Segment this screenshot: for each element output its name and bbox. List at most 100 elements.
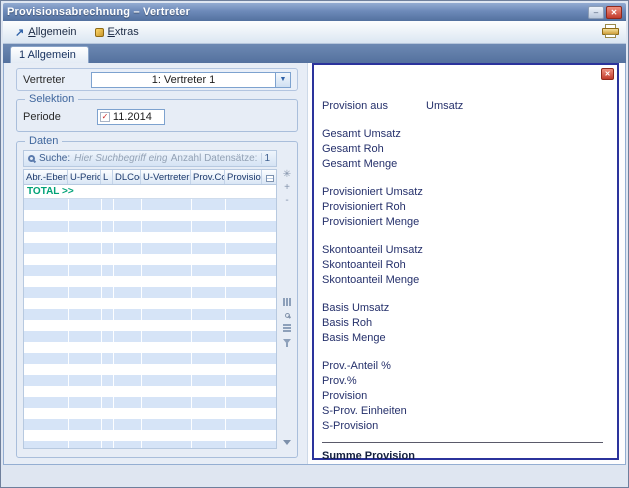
periode-field[interactable]: ✓ 11.2014	[97, 109, 165, 125]
provision-group: Prov.-Anteil % Prov.% Provision S-Prov. …	[322, 358, 607, 433]
print-icon	[602, 24, 619, 38]
column-header-provision[interactable]: Provision €	[225, 170, 262, 184]
detail-row: Skontoanteil Roh	[322, 257, 607, 272]
window-title: Provisionsabrechnung – Vertreter	[7, 6, 190, 18]
menu-extras-button[interactable]: Extras	[89, 23, 147, 41]
vertreter-value: 1: Vertreter 1	[92, 74, 275, 86]
detail-row: Provisioniert Menge	[322, 214, 607, 229]
chevron-down-icon: ▼	[280, 76, 287, 83]
menu-allgemein-mnemonic: A	[28, 26, 35, 38]
menu-extras-label: xtras	[115, 26, 139, 38]
summe-provision-row: Summe Provision	[322, 448, 607, 463]
titlebar-buttons: – ✕	[588, 6, 622, 19]
close-button[interactable]: ✕	[606, 6, 622, 19]
grid-line	[113, 199, 114, 448]
column-chooser-icon	[266, 175, 274, 182]
print-button[interactable]	[601, 23, 620, 42]
search-label: Suche:	[39, 153, 70, 164]
main-content: Vertreter 1: Vertreter 1 ▼ Selektion Per…	[3, 63, 626, 465]
sum-separator-line	[322, 442, 603, 443]
menu-extras-mnemonic: E	[108, 26, 115, 38]
column-header-prov-code[interactable]: Prov.Code	[191, 170, 225, 184]
column-header-u-vertreter[interactable]: U-Vertreter	[141, 170, 191, 184]
grid-line	[191, 199, 192, 448]
detail-row: Basis Umsatz	[322, 300, 607, 315]
combo-dropdown-button[interactable]: ▼	[275, 73, 290, 87]
columns-icon[interactable]	[281, 296, 293, 308]
vertreter-row: Vertreter 1: Vertreter 1 ▼	[16, 68, 298, 91]
scroll-down-icon[interactable]	[281, 436, 293, 448]
grid-navigator: ✳ + -	[280, 169, 294, 449]
grid-header: Abr.-Ebene U-Periode L DLCode U-Vertrete…	[24, 170, 276, 185]
detail-row: Prov.-Anteil %	[322, 358, 607, 373]
remove-row-icon[interactable]: -	[281, 195, 293, 207]
grid-line	[141, 199, 142, 448]
extras-icon	[95, 28, 104, 37]
data-grid: Abr.-Ebene U-Periode L DLCode U-Vertrete…	[23, 169, 277, 449]
calendar-icon: ✓	[100, 112, 110, 122]
detail-content: Provision aus Umsatz Gesamt Umsatz Gesam…	[322, 98, 607, 463]
daten-group-title: Daten	[25, 135, 62, 147]
menu-allgemein-label: llgemein	[36, 26, 77, 38]
total-label: TOTAL >>	[27, 186, 74, 197]
search-input[interactable]: Hier Suchbegriff eingeben (STRG+S)	[74, 153, 167, 164]
titlebar: Provisionsabrechnung – Vertreter – ✕	[3, 3, 626, 21]
detail-row: Provision	[322, 388, 607, 403]
daten-group: Daten Suche: Hier Suchbegriff eingeben (…	[16, 141, 298, 458]
grid-line	[101, 199, 102, 448]
filter-icon[interactable]	[281, 335, 293, 347]
column-header-dlcode[interactable]: DLCode	[113, 170, 141, 184]
total-row[interactable]: TOTAL >>	[24, 185, 276, 199]
summe-provision-label: Summe Provision	[322, 450, 415, 462]
detail-row: Prov.%	[322, 373, 607, 388]
provision-aus-label: Provision aus	[322, 100, 426, 112]
expand-icon[interactable]: ✳	[281, 169, 293, 181]
vertreter-label: Vertreter	[23, 74, 65, 86]
tab-allgemein[interactable]: 1 Allgemein	[10, 46, 89, 63]
detail-row: Gesamt Menge	[322, 156, 607, 171]
detail-row: Gesamt Roh	[322, 141, 607, 156]
periode-label: Periode	[23, 111, 61, 123]
detail-row: S-Provision	[322, 418, 607, 433]
provision-detail-panel: ✕ Provision aus Umsatz Gesamt Umsatz Ges…	[312, 63, 619, 460]
detail-row: Basis Menge	[322, 330, 607, 345]
periode-value: 11.2014	[113, 111, 152, 123]
selektion-group: Selektion Periode ✓ 11.2014	[16, 99, 298, 132]
search-bar[interactable]: Suche: Hier Suchbegriff eingeben (STRG+S…	[23, 150, 277, 167]
toolbar: ↗ Allgemein Extras	[3, 21, 626, 44]
left-pane: Vertreter 1: Vertreter 1 ▼ Selektion Per…	[4, 63, 308, 464]
app-window: Provisionsabrechnung – Vertreter – ✕ ↗ A…	[0, 0, 629, 488]
grid-body[interactable]	[24, 199, 276, 448]
minimize-button[interactable]: –	[588, 6, 604, 19]
provision-aus-value: Umsatz	[426, 100, 607, 112]
column-header-u-periode[interactable]: U-Periode	[68, 170, 101, 184]
right-pane: ✕ Provision aus Umsatz Gesamt Umsatz Ges…	[308, 63, 625, 464]
detail-row: Basis Roh	[322, 315, 607, 330]
add-row-icon[interactable]: +	[281, 182, 293, 194]
column-header-l[interactable]: L	[101, 170, 113, 184]
record-count-value: 1	[261, 153, 272, 164]
detail-row: S-Prov. Einheiten	[322, 403, 607, 418]
grid-line	[68, 199, 69, 448]
basis-group: Basis Umsatz Basis Roh Basis Menge	[322, 300, 607, 345]
column-chooser-button[interactable]	[262, 170, 276, 184]
panel-close-button[interactable]: ✕	[601, 68, 614, 80]
column-header-abr-ebene[interactable]: Abr.-Ebene	[24, 170, 68, 184]
open-arrow-icon: ↗	[15, 26, 24, 39]
detail-row: Provision aus Umsatz	[322, 98, 607, 113]
search-icon	[28, 155, 35, 162]
detail-row: Skontoanteil Umsatz	[322, 242, 607, 257]
detail-row: Provisioniert Roh	[322, 199, 607, 214]
detail-row: Gesamt Umsatz	[322, 126, 607, 141]
grid-line	[225, 199, 226, 448]
search-rows-icon[interactable]	[281, 309, 293, 321]
skontoanteil-group: Skontoanteil Umsatz Skontoanteil Roh Sko…	[322, 242, 607, 287]
vertreter-combobox[interactable]: 1: Vertreter 1 ▼	[91, 72, 291, 88]
detail-row: Skontoanteil Menge	[322, 272, 607, 287]
selektion-group-title: Selektion	[25, 93, 78, 105]
gesamt-group: Gesamt Umsatz Gesamt Roh Gesamt Menge	[322, 126, 607, 171]
menu-allgemein-button[interactable]: ↗ Allgemein	[9, 23, 85, 42]
list-icon[interactable]	[281, 322, 293, 334]
tab-band: 1 Allgemein	[3, 44, 626, 63]
provisioniert-group: Provisioniert Umsatz Provisioniert Roh P…	[322, 184, 607, 229]
